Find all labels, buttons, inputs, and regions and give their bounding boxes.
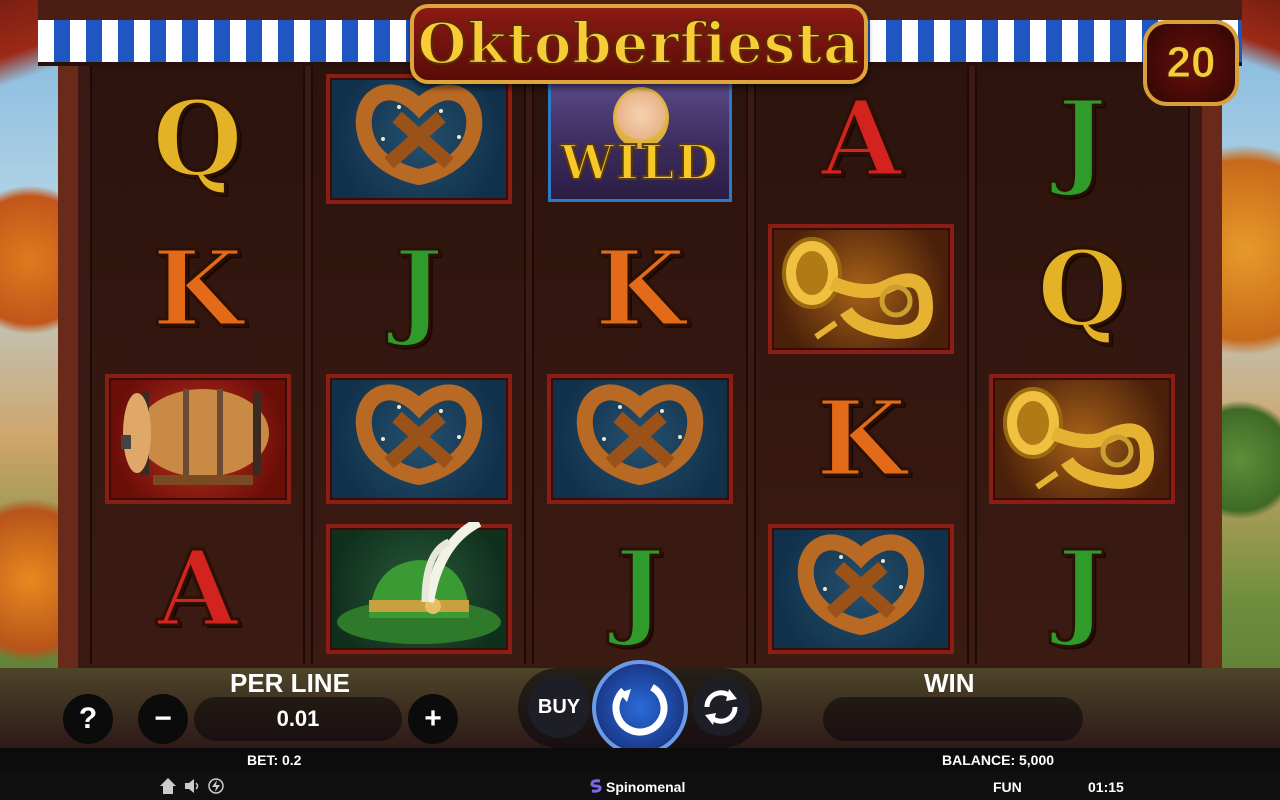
help-icon: ? [78, 702, 98, 735]
wild-symbol: WILD [548, 76, 732, 202]
tuba-symbol [768, 224, 955, 354]
reel-grid: Q K A J WILD K J A K J Q J [90, 66, 1191, 664]
reel-cell [313, 516, 524, 662]
bet-total: BET: 0.2 [247, 752, 302, 768]
symbol-j: J [1056, 527, 1108, 650]
reel-cell [313, 366, 524, 512]
pretzel-icon [570, 377, 710, 502]
per-line-label: PER LINE [230, 668, 350, 698]
reel-cell [534, 366, 745, 512]
reel-cell: Q [92, 66, 303, 212]
reel-cell [92, 366, 303, 512]
minus-icon: − [154, 702, 172, 735]
home-icon[interactable] [158, 776, 178, 796]
pretzel-symbol [547, 374, 733, 504]
reel-cell: K [92, 216, 303, 362]
autoplay-button[interactable] [692, 678, 750, 736]
symbol-k: K [815, 377, 908, 500]
reel-cell [756, 216, 967, 362]
game-title: Oktoberfiesta [417, 10, 861, 78]
reel-cell: Q [977, 216, 1188, 362]
game-title-banner: Oktoberfiesta [410, 4, 868, 84]
reel-cell: J [534, 516, 745, 662]
reel-cell [977, 366, 1188, 512]
spin-button[interactable] [592, 660, 688, 756]
sound-icon[interactable] [182, 776, 202, 796]
plus-icon: + [424, 702, 442, 735]
reel-3: WILD K J [532, 66, 748, 664]
reel-cell: K [534, 216, 745, 362]
play-mode: FUN [993, 779, 1022, 795]
symbol-k: K [151, 227, 244, 350]
reel-4: AK [753, 66, 969, 664]
buy-feature-button[interactable]: BUY [528, 676, 590, 738]
reel-cell: K [756, 366, 967, 512]
reel-cell [756, 516, 967, 662]
wild-label: WILD [559, 134, 720, 192]
win-label: WIN [924, 668, 975, 698]
spinomenal-logo-icon [586, 776, 606, 796]
beer-barrel-symbol [104, 374, 291, 504]
reel-2: J [311, 66, 527, 664]
pretzel-icon [791, 527, 931, 652]
increase-bet-button[interactable]: + [408, 694, 458, 744]
green-hat-symbol [325, 517, 512, 657]
symbol-q: Q [1036, 227, 1130, 350]
balance: BALANCE: 5,000 [942, 752, 1055, 768]
pretzel-symbol [325, 74, 512, 204]
per-line-value-display: 0.01 [194, 697, 402, 741]
reel-cell: A [756, 66, 967, 212]
symbol-q: Q [151, 77, 245, 200]
buy-label: BUY [537, 695, 581, 718]
symbol-a: A [156, 527, 240, 650]
paylines-count: 20 [1166, 38, 1216, 88]
help-button[interactable]: ? [63, 694, 113, 744]
reel-5: JQJ [974, 66, 1191, 664]
symbol-j: J [1056, 77, 1108, 200]
beer-barrel-icon [113, 377, 283, 502]
reel-cell: WILD [534, 66, 745, 212]
pretzel-symbol [768, 524, 955, 654]
clock: 01:15 [1088, 779, 1124, 795]
reel-cell: A [92, 516, 303, 662]
pretzel-icon [349, 377, 489, 502]
reel-cell: J [313, 216, 524, 362]
tuba-symbol [989, 374, 1176, 504]
spin-icon [612, 680, 668, 736]
info-bar [0, 748, 1280, 772]
turbo-icon[interactable] [206, 776, 226, 796]
reel-1: QK A [90, 66, 306, 664]
reel-cell: J [977, 516, 1188, 662]
symbol-k: K [593, 227, 686, 350]
pretzel-symbol [325, 374, 512, 504]
symbol-j: J [614, 527, 666, 650]
symbol-j: J [393, 227, 445, 350]
symbol-a: A [819, 77, 903, 200]
brand-name: Spinomenal [606, 779, 686, 795]
win-display [823, 697, 1083, 741]
pretzel-icon [349, 77, 489, 202]
decrease-bet-button[interactable]: − [138, 694, 188, 744]
tuba-icon [997, 377, 1167, 502]
reel-cell [313, 66, 524, 212]
paylines-badge: 20 [1143, 20, 1239, 106]
autoplay-icon [704, 689, 738, 725]
tuba-icon [776, 227, 946, 352]
per-line-value: 0.01 [276, 706, 320, 731]
green-hat-icon [329, 517, 509, 657]
